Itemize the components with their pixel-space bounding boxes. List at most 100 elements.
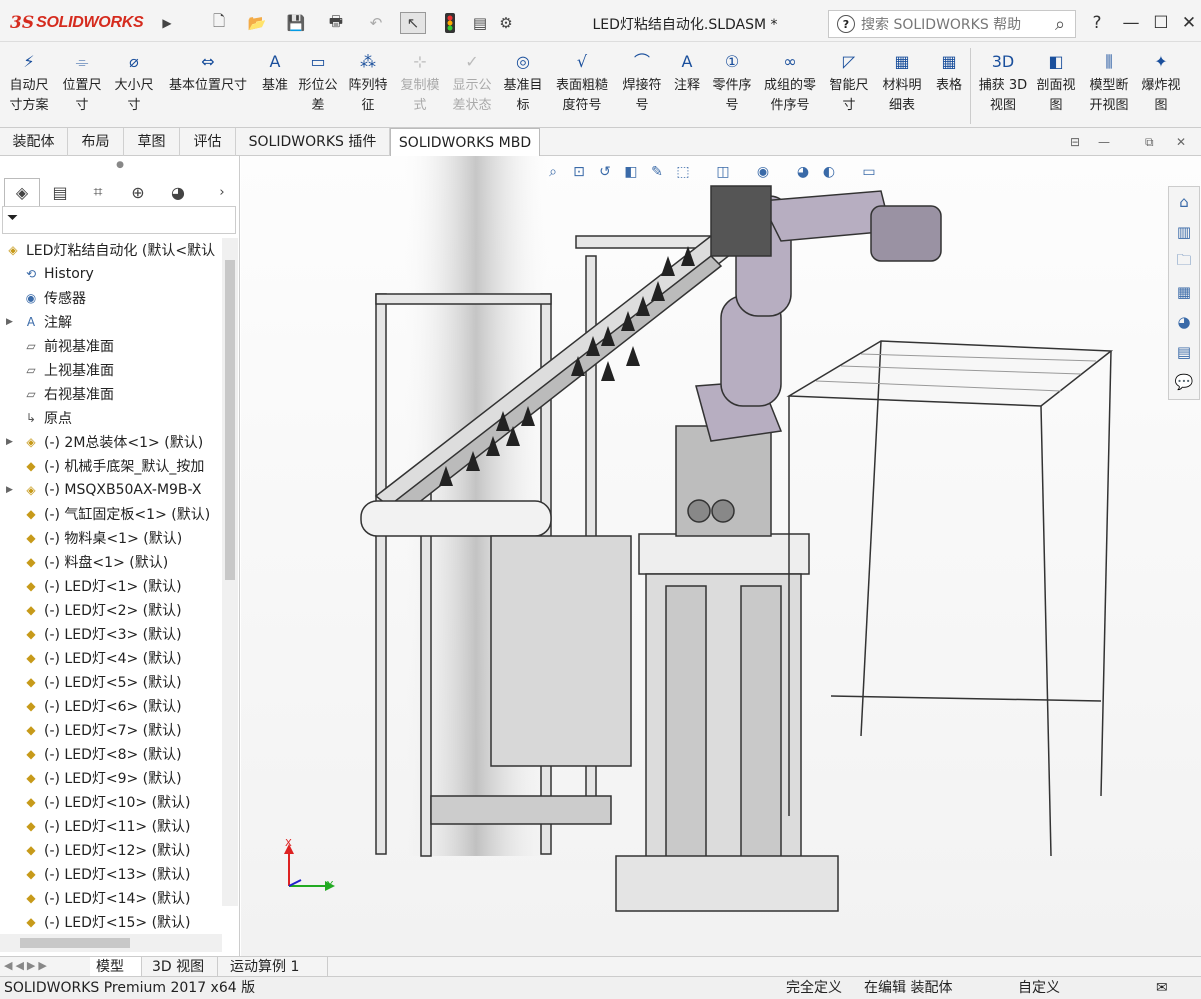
options-gear-icon[interactable]: ⚙ — [494, 12, 518, 34]
tree-item[interactable]: ◆ (-) LED灯<13> (默认) — [0, 862, 222, 886]
ribbon-button-geometric-tolerance[interactable]: ▭ 形位公差 — [294, 50, 342, 116]
ribbon-button-weld-symbol[interactable]: ⌒ 焊接符号 — [616, 50, 668, 116]
display-manager-tab-icon[interactable]: ◕ — [160, 178, 196, 206]
tab-scroll-arrows-icon[interactable]: ◀◀▶▶ — [4, 959, 50, 972]
tree-item[interactable]: ▱ 右视基准面 — [0, 382, 222, 406]
units-status[interactable]: 自定义 — [1018, 977, 1060, 999]
tree-item[interactable]: ↳ 原点 — [0, 406, 222, 430]
file-explorer-icon[interactable]: 🗀 — [1169, 247, 1199, 277]
horizontal-scroll-thumb[interactable] — [20, 938, 130, 948]
tree-filter[interactable]: ⏷ — [2, 206, 236, 234]
bottom-tab-0[interactable]: 模型 — [90, 957, 142, 977]
undo-icon[interactable]: ↶ — [362, 12, 390, 34]
panel-next-arrow-icon[interactable]: › — [210, 178, 234, 206]
tree-item[interactable]: ◆ (-) LED灯<7> (默认) — [0, 718, 222, 742]
custom-properties-icon[interactable]: ▤ — [1169, 337, 1199, 367]
tree-item[interactable]: ◆ (-) LED灯<2> (默认) — [0, 598, 222, 622]
tree-item[interactable]: ▶ ◈ (-) MSQXB50AX-M9B-X — [0, 478, 222, 502]
solidworks-logo[interactable]: 3S SOLIDWORKS — [10, 10, 155, 36]
viewport-close-icon[interactable]: ✕ — [1176, 135, 1186, 149]
expand-arrow-icon[interactable]: ▶ — [6, 317, 16, 327]
rebuild-traffic-light-icon[interactable] — [440, 12, 460, 34]
viewport-minimize-icon[interactable]: — — [1098, 135, 1110, 149]
tab-5[interactable]: SOLIDWORKS MBD — [390, 128, 540, 156]
expand-arrow-icon[interactable]: ▶ — [6, 437, 16, 447]
tree-item[interactable]: ◆ (-) LED灯<8> (默认) — [0, 742, 222, 766]
tree-item[interactable]: ◆ (-) LED灯<15> (默认) — [0, 910, 222, 934]
tree-item[interactable]: ◆ (-) LED灯<4> (默认) — [0, 646, 222, 670]
tree-item[interactable]: ◆ (-) 料盘<1> (默认) — [0, 550, 222, 574]
print-icon[interactable]: 🖶 — [322, 12, 350, 34]
bottom-tab-1[interactable]: 3D 视图 — [146, 957, 218, 977]
ribbon-button-smart-dimension[interactable]: ◸ 智能尺寸 — [822, 50, 876, 116]
ribbon-button-show-tolerance-status[interactable]: ✓ 显示公 差状态 — [446, 50, 498, 116]
tree-item[interactable]: ◆ (-) LED灯<14> (默认) — [0, 886, 222, 910]
help-menu-button[interactable]: ? — [1084, 10, 1110, 36]
ribbon-button-location-dim[interactable]: ⌯ 位置尺寸 — [56, 50, 108, 116]
viewport-restore-icon[interactable]: ⊟ — [1070, 135, 1080, 149]
ribbon-button-table[interactable]: ▦ 表格 — [928, 50, 970, 96]
tree-item[interactable]: ◆ (-) LED灯<11> (默认) — [0, 814, 222, 838]
tab-3[interactable]: 评估 — [180, 128, 236, 156]
ribbon-button-bom[interactable]: ▦ 材料明 细表 — [876, 50, 928, 116]
tree-item[interactable]: ◆ (-) 气缸固定板<1> (默认) — [0, 502, 222, 526]
ribbon-button-copy-scheme[interactable]: ⊹ 复制模式 — [394, 50, 446, 116]
tree-item[interactable]: ◆ (-) LED灯<6> (默认) — [0, 694, 222, 718]
ribbon-button-basic-location-dim[interactable]: ⇔ 基本位置尺寸 — [160, 50, 256, 96]
ribbon-button-size-dim[interactable]: ⌀ 大小尺寸 — [108, 50, 160, 116]
dimxpert-tab-icon[interactable]: ⊕ — [120, 178, 156, 206]
tree-horizontal-scrollbar[interactable] — [0, 934, 222, 952]
expand-arrow-icon[interactable]: ▶ — [6, 485, 16, 495]
search-icon[interactable]: ⌕ — [1045, 14, 1075, 35]
tree-item[interactable]: ▱ 上视基准面 — [0, 358, 222, 382]
open-document-icon[interactable]: 📂 — [243, 12, 271, 34]
viewport-tile-icon[interactable]: ⧉ — [1145, 135, 1154, 150]
appearances-icon[interactable]: ◕ — [1169, 307, 1199, 337]
tree-item[interactable]: ▶ ◈ (-) 2M总装体<1> (默认) — [0, 430, 222, 454]
select-pointer-icon[interactable]: ↖ — [400, 12, 426, 34]
forum-icon[interactable]: 💬 — [1169, 367, 1199, 397]
feature-tree-tab-icon[interactable]: ◈ — [4, 178, 40, 206]
vertical-scroll-thumb[interactable] — [225, 260, 235, 580]
tab-2[interactable]: 草图 — [124, 128, 180, 156]
save-icon[interactable]: 💾 — [282, 12, 310, 34]
tab-1[interactable]: 布局 — [68, 128, 124, 156]
menu-expand-icon[interactable]: ▶ — [160, 12, 174, 34]
tree-root-assembly[interactable]: ◈ LED灯粘结自动化 (默认<默认 — [0, 238, 222, 262]
notifications-icon[interactable]: ✉ — [1156, 977, 1168, 999]
minimize-icon[interactable]: — — [1118, 10, 1144, 36]
close-icon[interactable]: ✕ — [1176, 10, 1201, 36]
tab-4[interactable]: SOLIDWORKS 插件 — [236, 128, 390, 156]
ribbon-button-note[interactable]: A 注释 — [668, 50, 706, 96]
file-properties-icon[interactable]: ▤ — [468, 12, 492, 34]
ribbon-button-balloon[interactable]: ① 零件序号 — [706, 50, 758, 116]
tree-item[interactable]: ◉ 传感器 — [0, 286, 222, 310]
ribbon-button-model-break-view[interactable]: ⫼ 模型断 开视图 — [1082, 50, 1136, 116]
ribbon-button-auto-dim[interactable]: ⚡ 自动尺 寸方案 — [2, 50, 56, 116]
solidworks-resources-icon[interactable]: ⌂ — [1169, 187, 1199, 217]
tree-item[interactable]: ◆ (-) LED灯<3> (默认) — [0, 622, 222, 646]
tree-item[interactable]: ⟲ History — [0, 262, 222, 286]
ribbon-button-stacked-balloon[interactable]: ∞ 成组的零 件序号 — [758, 50, 822, 116]
graphics-area[interactable]: ⌕ ⊡ ↺ ◧ ✎ ⬚ ◫ ◉ ◕ ◐ ▭ X Y — [241, 156, 1201, 956]
tree-item[interactable]: ◆ (-) LED灯<10> (默认) — [0, 790, 222, 814]
tree-item[interactable]: ◆ (-) 机械手底架_默认_按加 — [0, 454, 222, 478]
ribbon-button-exploded-view[interactable]: ✦ 爆炸视图 — [1136, 50, 1186, 116]
configuration-manager-tab-icon[interactable]: ⌗ — [80, 178, 116, 206]
ribbon-button-section-view[interactable]: ◧ 剖面视图 — [1030, 50, 1082, 116]
tree-item[interactable]: ◆ (-) LED灯<9> (默认) — [0, 766, 222, 790]
ribbon-button-surface-finish[interactable]: √ 表面粗糙 度符号 — [548, 50, 616, 116]
ribbon-button-datum[interactable]: A 基准 — [256, 50, 294, 96]
tree-item[interactable]: ◆ (-) LED灯<1> (默认) — [0, 574, 222, 598]
new-document-icon[interactable]: 🗋 — [205, 12, 233, 34]
maximize-icon[interactable]: ☐ — [1148, 10, 1174, 36]
panel-grip[interactable]: ● — [0, 160, 240, 170]
ribbon-button-pattern-feature[interactable]: ⁂ 阵列特征 — [342, 50, 394, 116]
tree-item[interactable]: ◆ (-) LED灯<5> (默认) — [0, 670, 222, 694]
view-palette-icon[interactable]: ▦ — [1169, 277, 1199, 307]
tree-item[interactable]: ▱ 前视基准面 — [0, 334, 222, 358]
tab-0[interactable]: 装配体 — [0, 128, 68, 156]
tree-item[interactable]: ▶ A 注解 — [0, 310, 222, 334]
bottom-tab-2[interactable]: 运动算例 1 — [224, 957, 328, 977]
tree-item[interactable]: ◆ (-) LED灯<12> (默认) — [0, 838, 222, 862]
